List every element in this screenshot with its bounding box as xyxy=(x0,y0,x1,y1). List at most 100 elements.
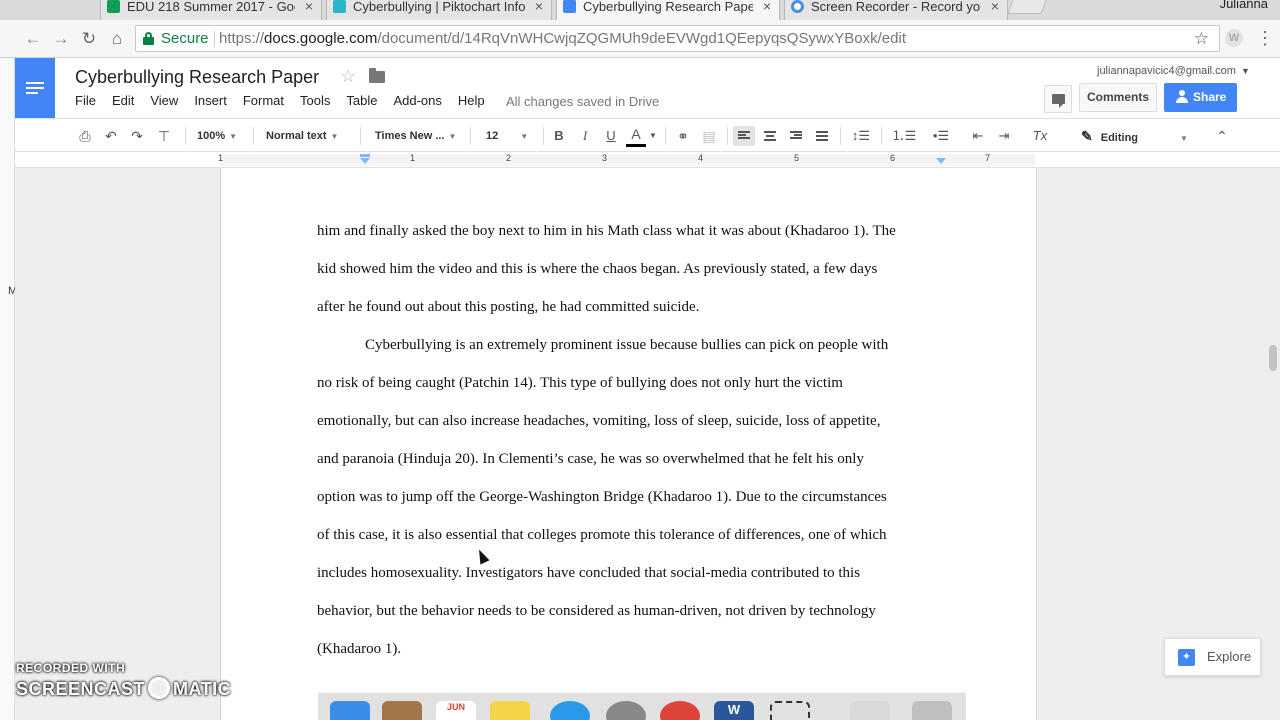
word-label: W xyxy=(727,702,741,717)
safari-icon[interactable] xyxy=(550,701,590,720)
share-button[interactable]: Share xyxy=(1164,83,1237,112)
explore-icon: ✦ xyxy=(1178,649,1195,666)
text-color-button[interactable]: A xyxy=(626,126,646,146)
comments-button[interactable]: Comments xyxy=(1079,83,1157,112)
menu-tools[interactable]: Tools xyxy=(300,93,330,108)
menu-table[interactable]: Table xyxy=(346,93,377,108)
calendar-icon[interactable]: JUN xyxy=(436,701,476,720)
menu-edit[interactable]: Edit xyxy=(112,93,134,108)
star-icon[interactable]: ☆ xyxy=(340,66,356,87)
downloads-icon[interactable] xyxy=(850,701,890,720)
align-right-button[interactable] xyxy=(785,126,807,146)
browser-menu-icon[interactable]: ⋮ xyxy=(1256,27,1274,49)
close-icon[interactable]: × xyxy=(763,0,771,13)
docs-home-icon[interactable] xyxy=(15,58,55,118)
vertical-scrollbar[interactable] xyxy=(1269,345,1277,371)
close-icon[interactable]: × xyxy=(535,0,543,13)
font-select[interactable]: Times New ... ▼ xyxy=(375,126,461,146)
folder-icon[interactable] xyxy=(369,68,385,83)
paint-format-icon[interactable]: ⊤ xyxy=(154,126,174,146)
document-page[interactable]: him and finally asked the boy next to hi… xyxy=(220,168,1037,720)
divider xyxy=(727,127,728,145)
font-size-select[interactable]: 12 ▼ xyxy=(486,126,536,146)
tab-edu-218[interactable]: EDU 218 Summer 2017 - Goo × xyxy=(100,0,322,20)
clear-formatting-button[interactable]: Tx xyxy=(1028,126,1052,146)
close-icon[interactable]: × xyxy=(991,0,999,13)
bold-button[interactable]: B xyxy=(549,126,569,146)
menu-format[interactable]: Format xyxy=(243,93,284,108)
tab-screen-recorder[interactable]: Screen Recorder - Record you × xyxy=(784,0,1008,20)
document-title[interactable]: Cyberbullying Research Paper xyxy=(75,67,319,88)
address-bar[interactable]: Secure https://docs.google.com/document/… xyxy=(135,25,1220,52)
new-tab-button[interactable] xyxy=(1007,0,1047,14)
underline-button[interactable]: U xyxy=(601,126,621,146)
menu-help[interactable]: Help xyxy=(458,93,485,108)
document-body[interactable]: him and finally asked the boy next to hi… xyxy=(317,223,942,679)
reload-icon[interactable]: ↻ xyxy=(78,28,100,50)
text-line[interactable]: of this case, it is also essential that … xyxy=(317,527,942,565)
tab-piktochart[interactable]: Cyberbullying | Piktochart Info × xyxy=(326,0,552,20)
bookmark-star-icon[interactable]: ☆ xyxy=(1194,26,1209,51)
text-line[interactable]: emotionally, but can also increase heada… xyxy=(317,413,942,451)
close-icon[interactable]: × xyxy=(305,0,313,13)
zoom-select[interactable]: 100% ▼ xyxy=(197,126,247,146)
bulleted-list-icon[interactable]: •☰ xyxy=(926,126,956,146)
tab-research-paper[interactable]: Cyberbullying Research Pape × xyxy=(556,0,780,20)
paragraph-style-select[interactable]: Normal text ▼ xyxy=(266,126,352,146)
align-left-button[interactable] xyxy=(733,126,755,146)
menu-view[interactable]: View xyxy=(150,93,178,108)
account-switcher[interactable]: juliannapavicic4@gmail.com ▼ xyxy=(1097,65,1250,77)
text-line[interactable]: and paranoia (Hinduja 20). In Clementi’s… xyxy=(317,451,942,489)
finder-icon[interactable] xyxy=(330,701,370,720)
trash-icon[interactable] xyxy=(912,701,952,720)
contacts-icon[interactable] xyxy=(382,701,422,720)
text-line[interactable]: after he found out about this posting, h… xyxy=(317,299,942,337)
text-line[interactable]: him and finally asked the boy next to hi… xyxy=(317,223,942,261)
notes-icon[interactable] xyxy=(490,701,530,720)
profile-name[interactable]: Julianna xyxy=(1220,0,1268,11)
decrease-indent-icon[interactable]: ⇤ xyxy=(967,126,989,146)
menu-add-ons[interactable]: Add-ons xyxy=(393,93,441,108)
forward-icon[interactable]: → xyxy=(50,28,72,50)
increase-indent-icon[interactable]: ⇥ xyxy=(993,126,1015,146)
right-indent-marker[interactable] xyxy=(936,158,946,164)
url-text: https://docs.google.com/document/d/14RqV… xyxy=(219,30,906,47)
print-icon[interactable]: ⎙ xyxy=(75,126,95,146)
ruler-track xyxy=(220,154,1035,166)
text-line[interactable]: behavior, but the behavior needs to be c… xyxy=(317,603,942,641)
align-center-button[interactable] xyxy=(759,126,781,146)
link-icon[interactable]: ⚭ xyxy=(672,126,694,146)
explore-button[interactable]: ✦ Explore xyxy=(1164,638,1261,676)
first-line-indent-marker[interactable] xyxy=(360,154,370,157)
line-spacing-icon[interactable]: ↕☰ xyxy=(846,126,876,146)
text-line[interactable]: includes homosexuality. Investigators ha… xyxy=(317,565,942,603)
chevron-down-icon[interactable]: ▼ xyxy=(647,126,659,146)
word-icon[interactable]: W xyxy=(714,701,754,720)
menu-insert[interactable]: Insert xyxy=(194,93,227,108)
justify-button[interactable] xyxy=(811,126,833,146)
left-indent-marker[interactable] xyxy=(360,158,370,164)
redo-icon[interactable]: ↷ xyxy=(127,126,147,146)
text-line[interactable]: option was to jump off the George-Washin… xyxy=(317,489,942,527)
save-status[interactable]: All changes saved in Drive xyxy=(506,94,659,109)
dock: JUN W xyxy=(318,692,966,720)
chat-button[interactable] xyxy=(1044,85,1072,113)
text-line[interactable]: Cyberbullying is an extremely prominent … xyxy=(317,337,942,375)
system-preferences-icon[interactable] xyxy=(606,701,646,720)
watermark-brand: SCREENCAST MATIC xyxy=(16,677,232,699)
text-line[interactable]: no risk of being caught (Patchin 14). Th… xyxy=(317,375,942,413)
extension-icon[interactable]: W xyxy=(1225,29,1243,47)
undo-icon[interactable]: ↶ xyxy=(101,126,121,146)
text-line[interactable]: kid showed him the video and this is whe… xyxy=(317,261,942,299)
collapse-menus-icon[interactable]: ⌃ xyxy=(1212,126,1232,146)
screenshot-icon[interactable] xyxy=(770,701,810,720)
text-line[interactable]: (Khadaroo 1). xyxy=(317,641,942,679)
comment-icon[interactable]: ▤ xyxy=(699,126,719,146)
chrome-icon[interactable] xyxy=(660,701,700,720)
italic-button[interactable]: I xyxy=(575,126,595,146)
editing-mode-select[interactable]: ✎ Editing ▼ xyxy=(1081,126,1201,146)
back-icon[interactable]: ← xyxy=(22,28,44,50)
numbered-list-icon[interactable]: ⒈☰ xyxy=(889,126,919,146)
home-icon[interactable]: ⌂ xyxy=(106,28,128,50)
menu-file[interactable]: File xyxy=(75,93,96,108)
